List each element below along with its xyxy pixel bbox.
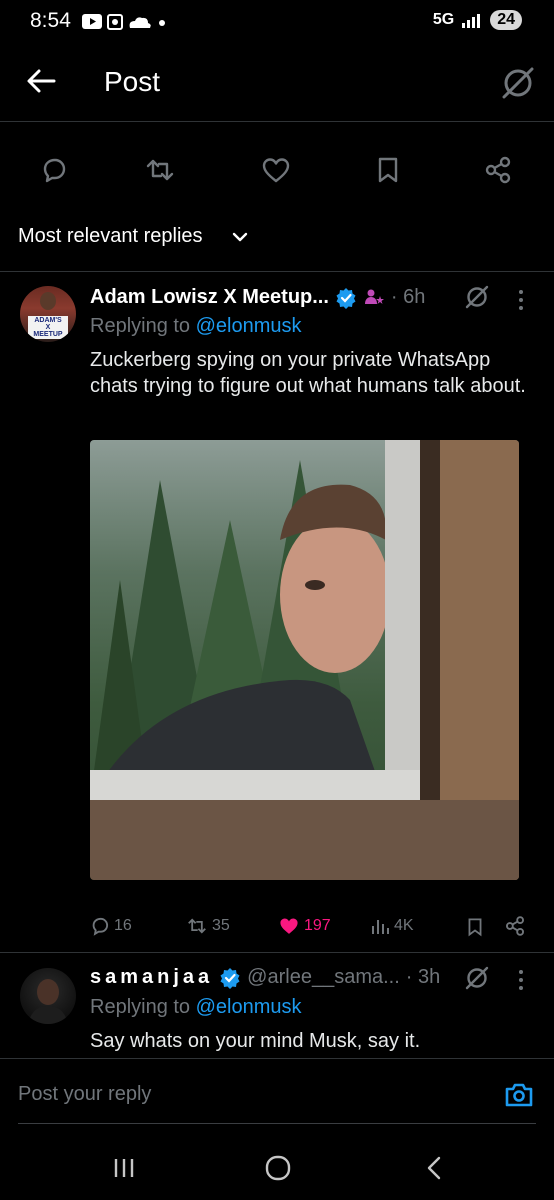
- repost-icon: [188, 918, 206, 934]
- share-icon: [505, 916, 525, 936]
- grok-button[interactable]: [463, 283, 491, 311]
- repost-count-button[interactable]: 35: [186, 916, 230, 936]
- compose-divider: [18, 1123, 536, 1124]
- share-action[interactable]: [478, 150, 518, 190]
- status-notification-icons: [82, 11, 172, 33]
- reply-text: Say whats on your mind Musk, say it.: [90, 1030, 421, 1052]
- camera-icon: [505, 1083, 533, 1107]
- repost-count: 35: [212, 917, 230, 934]
- like-action[interactable]: [256, 150, 296, 190]
- status-right: 5G 24: [433, 10, 522, 30]
- home-button[interactable]: [258, 1148, 298, 1188]
- share-button[interactable]: [504, 915, 526, 937]
- reply-text: Zuckerberg spying on your private WhatsA…: [90, 349, 526, 397]
- bookmark-action[interactable]: [368, 150, 408, 190]
- avatar-sign: ADAM'S X MEETUP: [28, 316, 68, 339]
- replying-prefix: Replying to: [90, 996, 191, 1018]
- author-name[interactable]: Adam Lowisz X Meetup...: [90, 286, 329, 309]
- verified-badge-icon: [220, 967, 240, 989]
- chevron-left-icon: [427, 1156, 441, 1180]
- like-count: 197: [304, 917, 331, 934]
- post-time: · 6h: [390, 286, 426, 308]
- affiliate-badge-icon: [364, 289, 384, 304]
- back-arrow-icon: [27, 69, 56, 93]
- status-bar: 8:54 5G 24: [0, 0, 554, 44]
- replying-handle-link[interactable]: @elonmusk: [196, 315, 302, 337]
- reply-action[interactable]: [34, 150, 74, 190]
- repost-icon: [146, 159, 174, 181]
- reply-icon: [43, 158, 66, 183]
- grok-icon: [502, 67, 534, 99]
- views-chart-icon: [372, 920, 389, 934]
- more-dots-icon: [519, 970, 523, 990]
- replying-to: Replying to @elonmusk: [90, 996, 302, 1019]
- post-image[interactable]: [90, 440, 519, 880]
- signal-icon: [462, 14, 481, 28]
- camera-button[interactable]: [504, 1080, 534, 1110]
- avatar[interactable]: [20, 968, 76, 1024]
- status-time: 8:54: [30, 9, 71, 32]
- bookmark-icon: [378, 157, 398, 183]
- bookmark-button[interactable]: [466, 916, 484, 938]
- repost-action[interactable]: [140, 150, 180, 190]
- reply2-header: samanjaa @arlee__sama... · 3h: [90, 966, 440, 989]
- home-icon: [265, 1155, 291, 1181]
- reply-icon: [92, 917, 109, 936]
- reply-count-button[interactable]: 16: [90, 916, 132, 936]
- recents-icon: [114, 1159, 134, 1177]
- more-options-button[interactable]: [516, 968, 526, 992]
- reply-divider: [0, 952, 554, 953]
- avatar[interactable]: ADAM'S X MEETUP: [20, 286, 76, 342]
- header-divider: [0, 121, 554, 122]
- replying-handle-link[interactable]: @elonmusk: [196, 996, 302, 1018]
- bookmark-icon: [468, 918, 482, 937]
- replying-prefix: Replying to: [90, 315, 191, 337]
- heart-filled-icon: [280, 918, 298, 934]
- more-dots-icon: [519, 290, 523, 310]
- share-icon: [485, 156, 511, 184]
- sort-divider: [0, 271, 554, 272]
- post-time: · 3h: [405, 966, 441, 988]
- reply-input[interactable]: Post your reply: [18, 1083, 151, 1106]
- views-count-button[interactable]: 4K: [370, 916, 414, 936]
- author-handle[interactable]: @arlee__sama...: [247, 966, 400, 989]
- grok-icon: [465, 966, 489, 990]
- back-nav-button[interactable]: [414, 1148, 454, 1188]
- grok-icon: [465, 285, 489, 309]
- views-count: 4K: [394, 917, 414, 934]
- sort-replies-dropdown[interactable]: Most relevant replies: [18, 225, 203, 248]
- replying-to: Replying to @elonmusk: [90, 315, 302, 338]
- reply-count: 16: [114, 917, 132, 934]
- network-label: 5G: [432, 11, 455, 28]
- recent-apps-button[interactable]: [104, 1148, 144, 1188]
- grok-button[interactable]: [463, 964, 491, 992]
- like-count-button[interactable]: 197: [278, 916, 331, 936]
- battery-badge: 24: [490, 10, 522, 30]
- reply1-header: Adam Lowisz X Meetup... · 6h: [90, 286, 425, 309]
- back-button[interactable]: [24, 64, 58, 98]
- heart-icon: [262, 158, 290, 183]
- more-options-button[interactable]: [516, 288, 526, 312]
- page-title: Post: [104, 66, 161, 97]
- grok-button[interactable]: [499, 64, 537, 102]
- verified-badge-icon: [336, 287, 356, 309]
- author-name[interactable]: samanjaa: [90, 966, 213, 989]
- chevron-down-icon[interactable]: [232, 231, 248, 243]
